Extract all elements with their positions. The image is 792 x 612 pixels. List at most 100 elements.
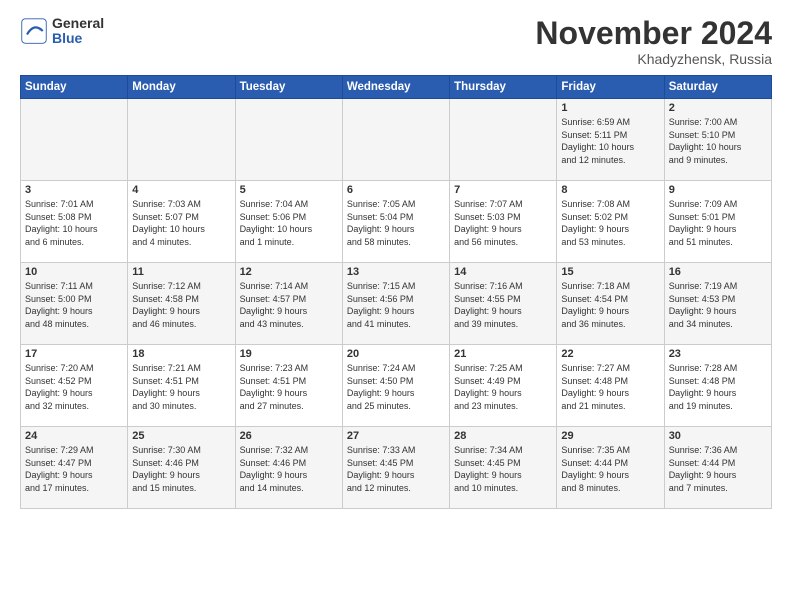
day-number: 12 — [240, 266, 338, 278]
logo-text: General Blue — [52, 16, 104, 47]
day-info: Sunrise: 7:05 AM Sunset: 5:04 PM Dayligh… — [347, 198, 445, 248]
calendar-cell: 23Sunrise: 7:28 AM Sunset: 4:48 PM Dayli… — [664, 345, 771, 427]
calendar-body: 1 Sunrise: 6:59 AM Sunset: 5:11 PM Daylig… — [21, 99, 772, 509]
weekday-header-monday: Monday — [128, 76, 235, 99]
calendar-cell: 27Sunrise: 7:33 AM Sunset: 4:45 PM Dayli… — [342, 427, 449, 509]
day-info: Sunrise: 7:08 AM Sunset: 5:02 PM Dayligh… — [561, 198, 659, 248]
day-number: 20 — [347, 348, 445, 360]
month-title: November 2024 — [535, 16, 772, 51]
day-info: Sunrise: 7:07 AM Sunset: 5:03 PM Dayligh… — [454, 198, 552, 248]
calendar-cell — [128, 99, 235, 181]
day-number: 11 — [132, 266, 230, 278]
calendar-cell: 8 Sunrise: 7:08 AM Sunset: 5:02 PM Daylig… — [557, 181, 664, 263]
calendar-cell: 3Sunrise: 7:01 AM Sunset: 5:08 PM Daylig… — [21, 181, 128, 263]
day-number: 19 — [240, 348, 338, 360]
calendar-cell: 9Sunrise: 7:09 AM Sunset: 5:01 PM Daylig… — [664, 181, 771, 263]
calendar-cell: 25Sunrise: 7:30 AM Sunset: 4:46 PM Dayli… — [128, 427, 235, 509]
weekday-header-saturday: Saturday — [664, 76, 771, 99]
day-number: 28 — [454, 430, 552, 442]
calendar-cell: 17 Sunrise: 7:20 AM Sunset: 4:52 PM Dayli… — [21, 345, 128, 427]
calendar-cell: 19Sunrise: 7:23 AM Sunset: 4:51 PM Dayli… — [235, 345, 342, 427]
calendar-cell: 20Sunrise: 7:24 AM Sunset: 4:50 PM Dayli… — [342, 345, 449, 427]
calendar-cell: 28 Sunrise: 7:34 AM Sunset: 4:45 PM Dayli… — [450, 427, 557, 509]
calendar-cell: 21Sunrise: 7:25 AM Sunset: 4:49 PM Dayli… — [450, 345, 557, 427]
week-row-5: 24 Sunrise: 7:29 AM Sunset: 4:47 PM Dayli… — [21, 427, 772, 509]
calendar-cell: 14 Sunrise: 7:16 AM Sunset: 4:55 PM Dayli… — [450, 263, 557, 345]
page-header: General Blue November 2024 Khadyzhensk, … — [20, 16, 772, 67]
title-block: November 2024 Khadyzhensk, Russia — [535, 16, 772, 67]
day-number: 27 — [347, 430, 445, 442]
weekday-header-sunday: Sunday — [21, 76, 128, 99]
day-info: Sunrise: 7:27 AM Sunset: 4:48 PM Dayligh… — [561, 362, 659, 412]
calendar-cell: 22 Sunrise: 7:27 AM Sunset: 4:48 PM Dayli… — [557, 345, 664, 427]
day-info: Sunrise: 7:21 AM Sunset: 4:51 PM Dayligh… — [132, 362, 230, 412]
day-info: Sunrise: 7:16 AM Sunset: 4:55 PM Dayligh… — [454, 280, 552, 330]
calendar-cell: 18Sunrise: 7:21 AM Sunset: 4:51 PM Dayli… — [128, 345, 235, 427]
day-info: Sunrise: 7:35 AM Sunset: 4:44 PM Dayligh… — [561, 444, 659, 494]
location: Khadyzhensk, Russia — [535, 51, 772, 67]
day-number: 5 — [240, 184, 338, 196]
calendar-cell: 16 Sunrise: 7:19 AM Sunset: 4:53 PM Dayli… — [664, 263, 771, 345]
calendar-cell: 15 Sunrise: 7:18 AM Sunset: 4:54 PM Dayli… — [557, 263, 664, 345]
weekday-header-friday: Friday — [557, 76, 664, 99]
calendar-cell — [21, 99, 128, 181]
calendar-cell: 5 Sunrise: 7:04 AM Sunset: 5:06 PM Daylig… — [235, 181, 342, 263]
day-info: Sunrise: 7:19 AM Sunset: 4:53 PM Dayligh… — [669, 280, 767, 330]
day-info: Sunrise: 7:14 AM Sunset: 4:57 PM Dayligh… — [240, 280, 338, 330]
day-info: Sunrise: 7:11 AM Sunset: 5:00 PM Dayligh… — [25, 280, 123, 330]
day-info: Sunrise: 7:34 AM Sunset: 4:45 PM Dayligh… — [454, 444, 552, 494]
day-info: Sunrise: 7:32 AM Sunset: 4:46 PM Dayligh… — [240, 444, 338, 494]
header-row: SundayMondayTuesdayWednesdayThursdayFrid… — [21, 76, 772, 99]
day-number: 14 — [454, 266, 552, 278]
day-info: Sunrise: 7:18 AM Sunset: 4:54 PM Dayligh… — [561, 280, 659, 330]
calendar-page: General Blue November 2024 Khadyzhensk, … — [0, 0, 792, 612]
day-number: 7 — [454, 184, 552, 196]
calendar-cell: 29 Sunrise: 7:35 AM Sunset: 4:44 PM Dayli… — [557, 427, 664, 509]
calendar-cell: 30Sunrise: 7:36 AM Sunset: 4:44 PM Dayli… — [664, 427, 771, 509]
logo: General Blue — [20, 16, 104, 47]
day-number: 29 — [561, 430, 659, 442]
calendar-cell: 13 Sunrise: 7:15 AM Sunset: 4:56 PM Dayli… — [342, 263, 449, 345]
week-row-3: 10 Sunrise: 7:11 AM Sunset: 5:00 PM Dayli… — [21, 263, 772, 345]
calendar-cell: 6 Sunrise: 7:05 AM Sunset: 5:04 PM Daylig… — [342, 181, 449, 263]
calendar-cell: 10 Sunrise: 7:11 AM Sunset: 5:00 PM Dayli… — [21, 263, 128, 345]
day-info: Sunrise: 7:09 AM Sunset: 5:01 PM Dayligh… — [669, 198, 767, 248]
calendar-cell: 4Sunrise: 7:03 AM Sunset: 5:07 PM Daylig… — [128, 181, 235, 263]
day-number: 21 — [454, 348, 552, 360]
day-info: Sunrise: 7:15 AM Sunset: 4:56 PM Dayligh… — [347, 280, 445, 330]
day-number: 13 — [347, 266, 445, 278]
week-row-1: 1 Sunrise: 6:59 AM Sunset: 5:11 PM Daylig… — [21, 99, 772, 181]
day-number: 15 — [561, 266, 659, 278]
calendar-cell: 11Sunrise: 7:12 AM Sunset: 4:58 PM Dayli… — [128, 263, 235, 345]
calendar-header: SundayMondayTuesdayWednesdayThursdayFrid… — [21, 76, 772, 99]
calendar-cell: 12 Sunrise: 7:14 AM Sunset: 4:57 PM Dayli… — [235, 263, 342, 345]
weekday-header-thursday: Thursday — [450, 76, 557, 99]
weekday-header-tuesday: Tuesday — [235, 76, 342, 99]
week-row-4: 17 Sunrise: 7:20 AM Sunset: 4:52 PM Dayli… — [21, 345, 772, 427]
logo-icon — [20, 17, 48, 45]
day-number: 1 — [561, 102, 659, 114]
day-info: Sunrise: 7:03 AM Sunset: 5:07 PM Dayligh… — [132, 198, 230, 248]
calendar-cell — [450, 99, 557, 181]
day-info: Sunrise: 7:04 AM Sunset: 5:06 PM Dayligh… — [240, 198, 338, 248]
calendar-cell: 24 Sunrise: 7:29 AM Sunset: 4:47 PM Dayli… — [21, 427, 128, 509]
day-info: Sunrise: 7:20 AM Sunset: 4:52 PM Dayligh… — [25, 362, 123, 412]
day-number: 10 — [25, 266, 123, 278]
calendar-table: SundayMondayTuesdayWednesdayThursdayFrid… — [20, 75, 772, 509]
day-number: 24 — [25, 430, 123, 442]
day-info: Sunrise: 6:59 AM Sunset: 5:11 PM Dayligh… — [561, 116, 659, 166]
day-number: 17 — [25, 348, 123, 360]
calendar-cell: 26Sunrise: 7:32 AM Sunset: 4:46 PM Dayli… — [235, 427, 342, 509]
day-number: 2 — [669, 102, 767, 114]
day-number: 22 — [561, 348, 659, 360]
day-number: 16 — [669, 266, 767, 278]
day-info: Sunrise: 7:36 AM Sunset: 4:44 PM Dayligh… — [669, 444, 767, 494]
calendar-cell: 2Sunrise: 7:00 AM Sunset: 5:10 PM Daylig… — [664, 99, 771, 181]
logo-general: General — [52, 16, 104, 31]
day-info: Sunrise: 7:29 AM Sunset: 4:47 PM Dayligh… — [25, 444, 123, 494]
day-number: 8 — [561, 184, 659, 196]
calendar-cell: 1 Sunrise: 6:59 AM Sunset: 5:11 PM Daylig… — [557, 99, 664, 181]
logo-blue: Blue — [52, 31, 104, 46]
day-number: 6 — [347, 184, 445, 196]
day-info: Sunrise: 7:01 AM Sunset: 5:08 PM Dayligh… — [25, 198, 123, 248]
